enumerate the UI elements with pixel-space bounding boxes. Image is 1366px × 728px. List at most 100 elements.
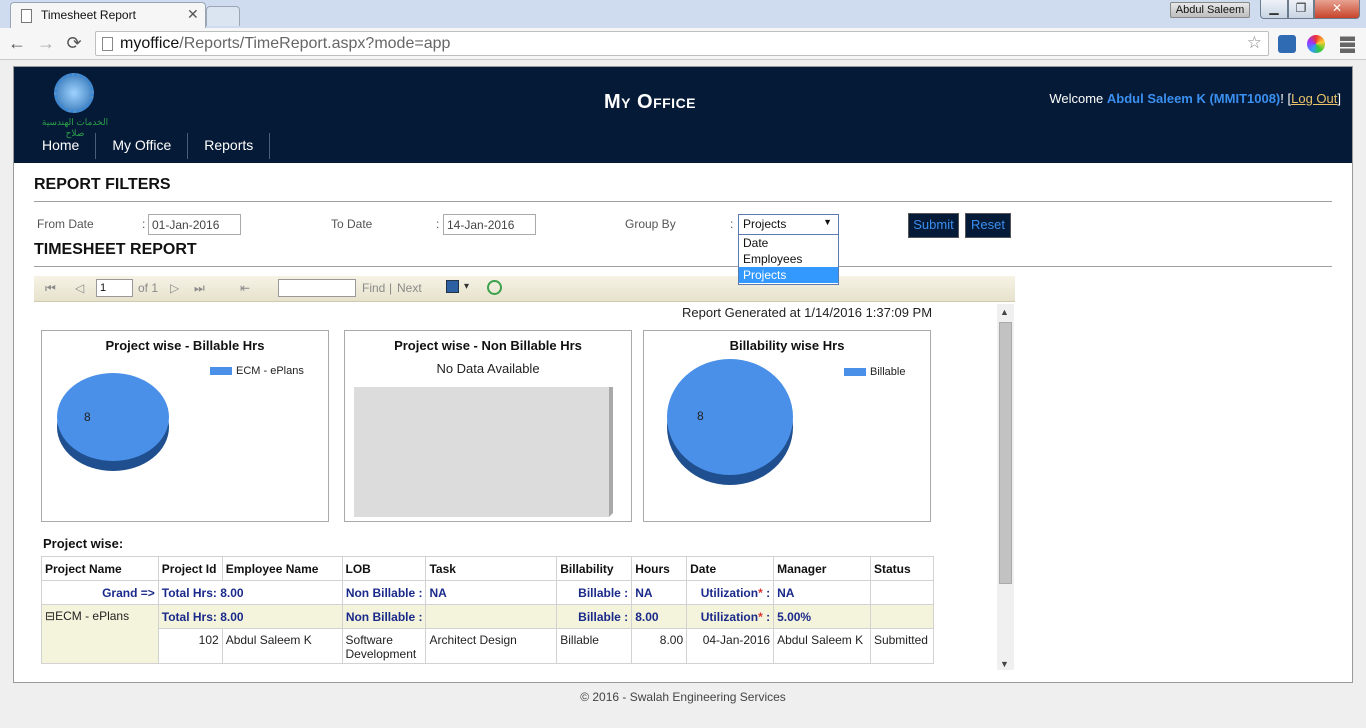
col-header[interactable]: Manager <box>773 556 871 581</box>
col-header[interactable]: Billability <box>556 556 633 581</box>
pie-chart-svg: 8 <box>667 359 793 485</box>
grand-util-label: Utilization* : <box>686 580 775 605</box>
grand-total-hrs: Total Hrs: 8.00 <box>157 580 343 605</box>
scroll-thumb[interactable] <box>999 322 1012 584</box>
dropdown-arrow-icon: ▼ <box>823 217 832 227</box>
last-page-icon[interactable]: ⏭ <box>194 281 205 296</box>
empty-chart-svg <box>354 387 613 517</box>
export-dropdown-icon[interactable]: ▾ <box>464 281 469 292</box>
cell-employee: Abdul Saleem K <box>221 628 343 664</box>
group-total-hrs: Total Hrs: 8.00 <box>157 604 343 629</box>
col-header[interactable]: Employee Name <box>221 556 343 581</box>
forward-icon[interactable]: → <box>35 32 57 54</box>
reload-icon[interactable]: ⟳ <box>63 32 85 54</box>
close-window-button[interactable]: ✕ <box>1314 0 1360 19</box>
chart-billability: Billability wise Hrs Billable 8 <box>643 330 931 522</box>
back-icon[interactable]: ← <box>6 32 28 54</box>
first-page-icon[interactable]: ⏮ <box>45 281 56 296</box>
logout-link[interactable]: Log Out <box>1291 91 1337 106</box>
user-name: Abdul Saleem K (MMIT1008) <box>1106 91 1281 106</box>
grand-bill-label: Billable : <box>556 580 633 605</box>
grand-total-row: Grand => Total Hrs: 8.00 Non Billable : … <box>41 580 935 605</box>
grand-nonbill-label: Non Billable : <box>341 580 427 605</box>
col-header[interactable]: Task <box>425 556 558 581</box>
group-name-cell: ⊟ECM - ePlans <box>41 604 159 664</box>
find-next-link[interactable]: Next <box>397 281 422 295</box>
group-nonbill-value <box>425 604 558 629</box>
maximize-button[interactable]: ❐ <box>1288 0 1314 19</box>
welcome-suffix: ! [ <box>1280 91 1292 106</box>
profile-badge[interactable]: Abdul Saleem <box>1170 2 1250 18</box>
scroll-up-icon[interactable]: ▲ <box>1000 307 1009 317</box>
group-total-row: ⊟ECM - ePlans Total Hrs: 8.00 Non Billab… <box>41 604 935 664</box>
to-date-label: To Date <box>331 217 373 231</box>
group-bill-label: Billable : <box>556 604 633 629</box>
menu-item-my-office[interactable]: My Office <box>96 133 189 159</box>
page-number-input[interactable]: 1 <box>96 279 133 297</box>
menu-item-reports[interactable]: Reports <box>188 133 271 159</box>
grand-nonbill-value: NA <box>425 580 558 605</box>
from-date-input[interactable]: 01-Jan-2016 <box>148 214 241 235</box>
reset-button[interactable]: Reset <box>965 213 1011 238</box>
report-scrollbar[interactable]: ▲ ▼ <box>997 304 1014 670</box>
option-date[interactable]: Date <box>739 235 838 251</box>
group-util-value: 5.00% <box>773 604 871 629</box>
browser-menu-icon[interactable]: ▬ ▬ ▬ <box>1340 29 1356 56</box>
find-link[interactable]: Find <box>362 281 385 295</box>
page-icon <box>21 9 32 23</box>
cell-status: Submitted <box>869 628 935 664</box>
url-text: myoffice/Reports/TimeReport.aspx?mode=ap… <box>120 35 451 52</box>
main-menu: Home My Office Reports <box>26 133 271 159</box>
export-save-icon[interactable] <box>446 280 459 293</box>
table-row: 102 Abdul Saleem K Software Development … <box>42 628 935 664</box>
col-header[interactable]: Project Id <box>157 556 223 581</box>
chart-project-billable: Project wise - Billable Hrs ECM - ePlans… <box>41 330 329 522</box>
colon: : <box>142 217 146 231</box>
extension-icon[interactable] <box>1278 35 1296 53</box>
group-by-select[interactable]: Projects ▼ <box>738 214 839 235</box>
bookmark-star-icon[interactable]: ☆ <box>1247 33 1262 53</box>
tab-close-icon[interactable]: ✕ <box>187 6 199 23</box>
col-header[interactable]: Project Name <box>41 556 159 581</box>
cell-hours: 8.00 <box>631 628 688 664</box>
new-tab-button[interactable] <box>206 6 240 26</box>
col-header[interactable]: Status <box>869 556 935 581</box>
empty-cell <box>869 604 935 629</box>
scroll-down-icon[interactable]: ▼ <box>1000 659 1009 669</box>
col-header[interactable]: LOB <box>341 556 427 581</box>
welcome-text: Welcome Abdul Saleem K (MMIT1008)! [Log … <box>1049 91 1341 106</box>
tab-title: Timesheet Report <box>41 8 136 22</box>
cell-project-id: 102 <box>157 628 223 664</box>
collapse-icon[interactable]: ⊟ <box>45 609 55 623</box>
back-to-parent-icon[interactable]: ⇤ <box>240 281 250 295</box>
group-by-value: Projects <box>743 217 787 231</box>
cell-date: 04-Jan-2016 <box>686 628 775 664</box>
pie-slice-billable <box>667 359 793 475</box>
option-projects[interactable]: Projects <box>739 267 838 283</box>
group-util-label: Utilization* : <box>686 604 775 629</box>
submit-button[interactable]: Submit <box>908 213 959 238</box>
group-by-options: Date Employees Projects <box>738 234 839 285</box>
next-page-icon[interactable]: ▷ <box>170 281 179 295</box>
grand-total-label: Grand => <box>41 580 159 605</box>
report-viewer-toolbar: ⏮ ◁ 1 of 1 ▷ ⏭ ⇤ Find | Next ▾ <box>34 276 1015 302</box>
cell-billability: Billable <box>556 628 633 664</box>
to-date-input[interactable]: 14-Jan-2016 <box>443 214 536 235</box>
site-header: الخدمات الهندسية صلاح My Office Welcome … <box>14 67 1352 163</box>
minimize-button[interactable]: ▁ <box>1260 0 1288 19</box>
col-header[interactable]: Date <box>686 556 775 581</box>
col-header[interactable]: Hours <box>631 556 688 581</box>
project-wise-table: Project Name Project Id Employee Name LO… <box>41 556 935 664</box>
menu-item-home[interactable]: Home <box>26 133 97 159</box>
refresh-icon[interactable] <box>487 280 502 295</box>
color-wheel-extension-icon[interactable] <box>1307 35 1325 53</box>
address-bar[interactable]: myoffice/Reports/TimeReport.aspx?mode=ap… <box>95 31 1269 56</box>
find-text-input[interactable] <box>278 279 356 297</box>
browser-toolbar: ← → ⟳ myoffice/Reports/TimeReport.aspx?m… <box>0 28 1366 60</box>
page-icon <box>102 37 113 51</box>
browser-tab[interactable]: Timesheet Report ✕ <box>10 2 206 28</box>
divider <box>34 266 1332 267</box>
logout-suffix: ] <box>1337 91 1341 106</box>
prev-page-icon[interactable]: ◁ <box>75 281 84 295</box>
option-employees[interactable]: Employees <box>739 251 838 267</box>
